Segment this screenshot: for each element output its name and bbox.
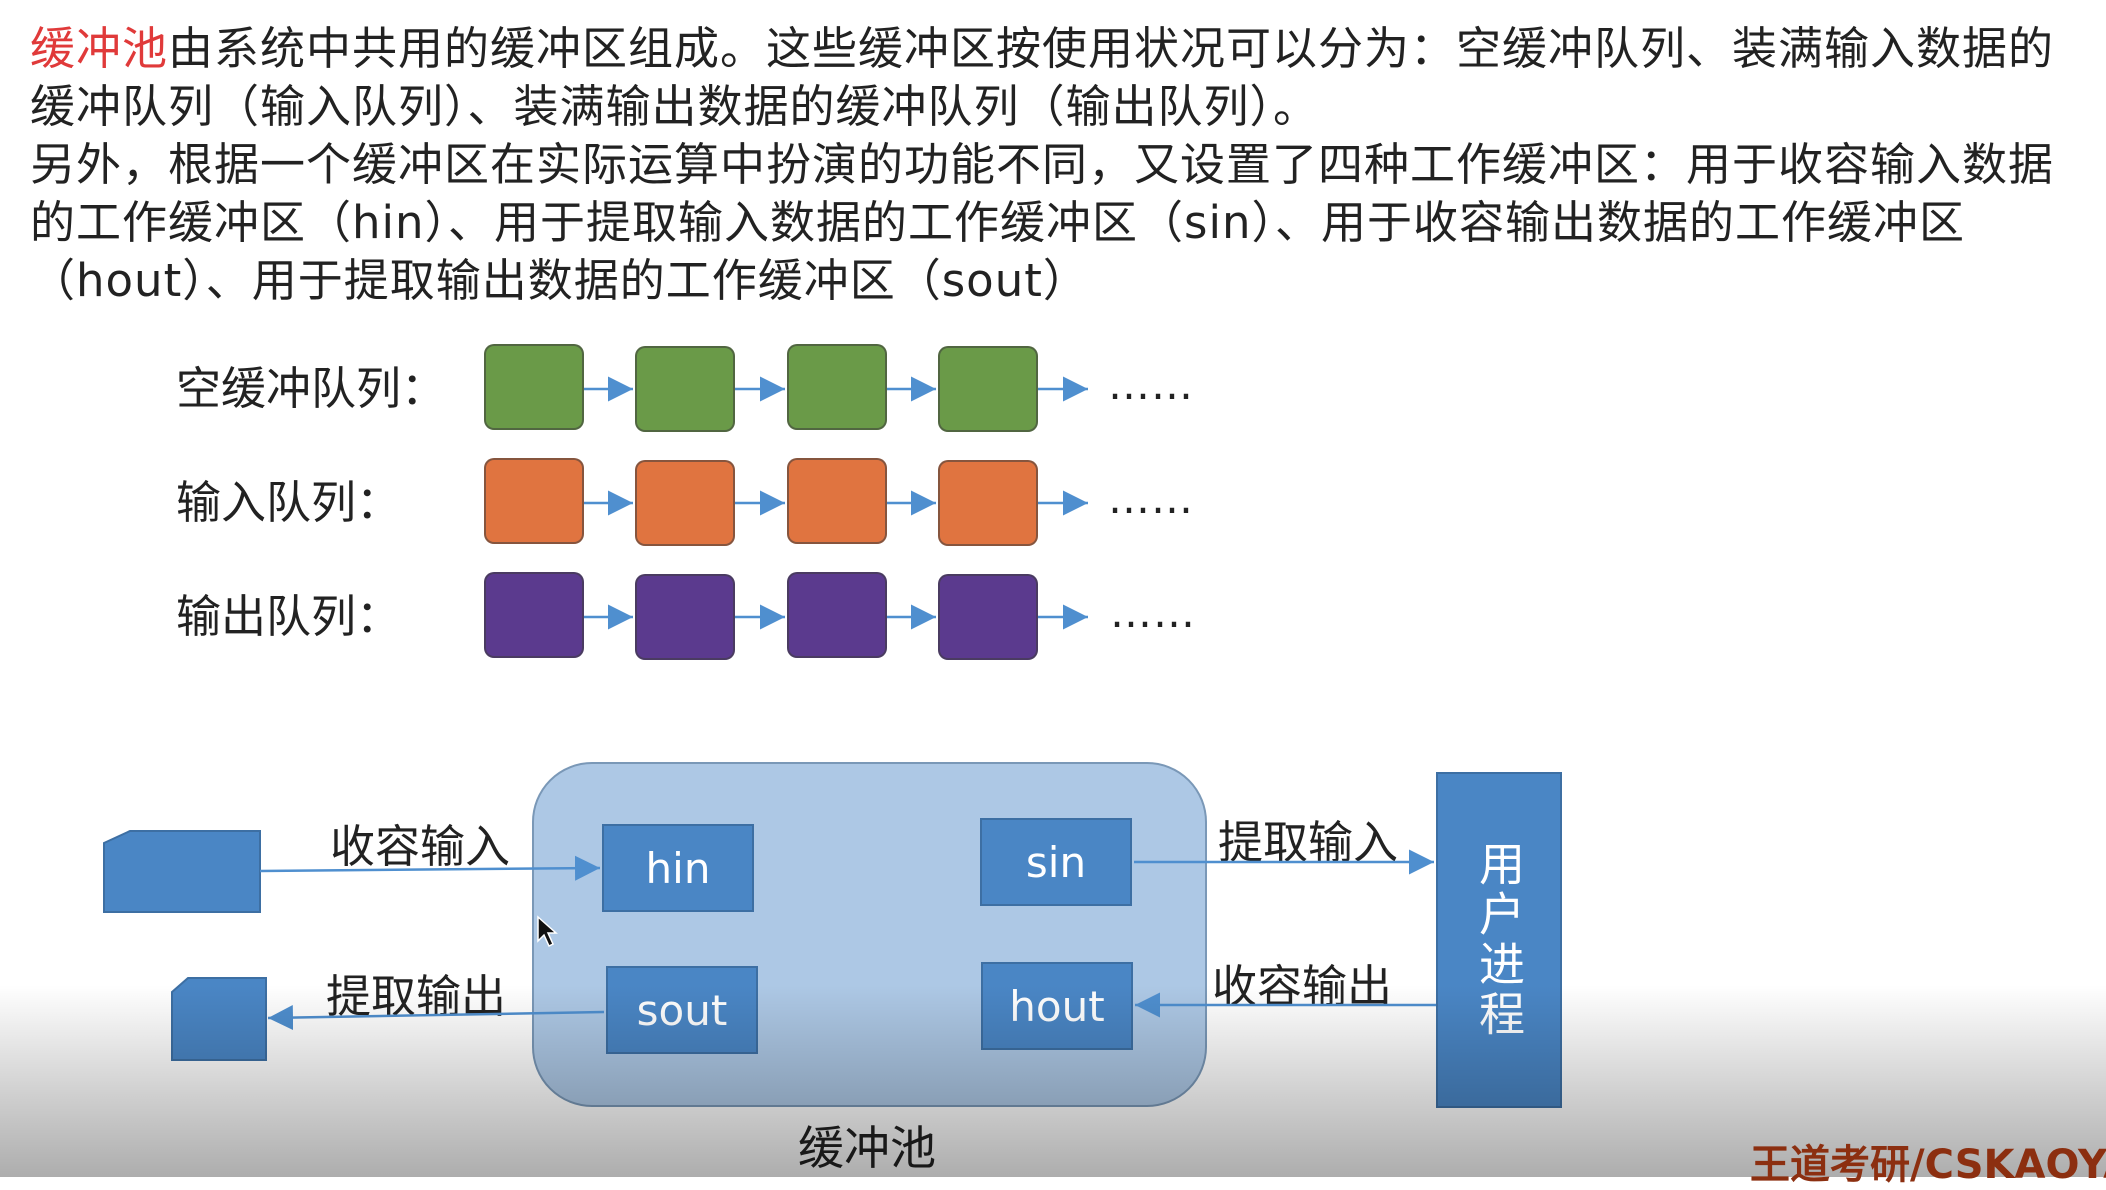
- watermark: 王道考研/CSKAOYAN: [1750, 1142, 2106, 1188]
- flow-diagram: [103, 376, 1436, 1061]
- extract-output-arrow: [267, 1005, 605, 1031]
- output-device: [171, 977, 267, 1061]
- collect-input-arrow: [259, 855, 601, 881]
- input-device: [103, 830, 261, 913]
- mouse-cursor-icon: [537, 915, 558, 948]
